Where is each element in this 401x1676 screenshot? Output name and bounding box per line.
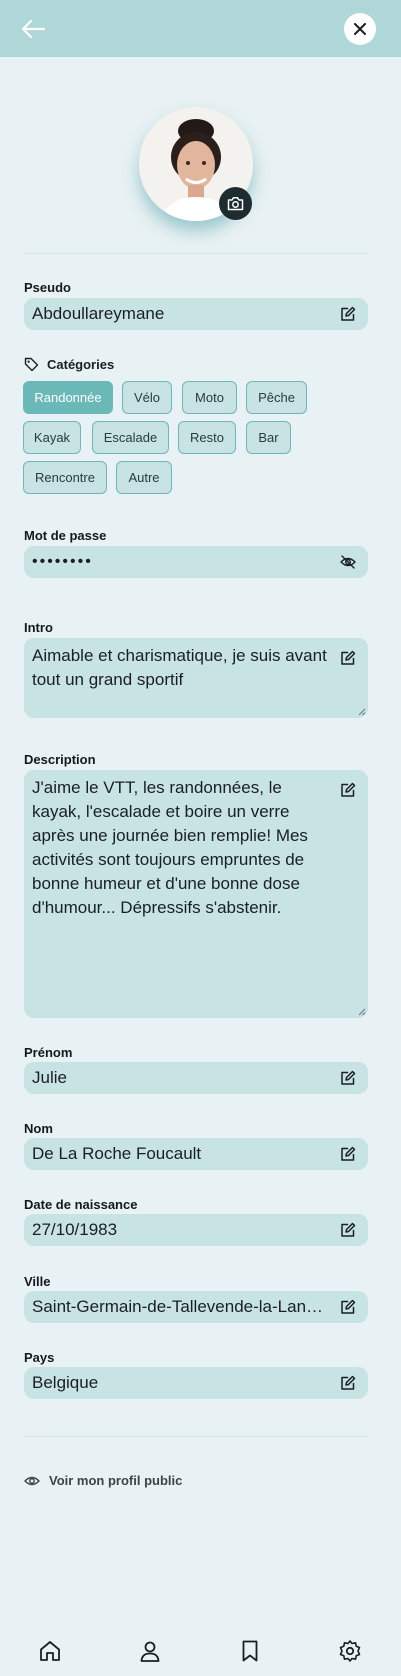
arrow-left-icon — [21, 19, 46, 39]
category-chip-kayak[interactable]: Kayak — [23, 421, 81, 454]
home-icon — [40, 1641, 60, 1661]
city-value: Saint-Germain-de-Tallevende-la-Lande-Vau… — [32, 1297, 332, 1316]
category-chip-autre[interactable]: Autre — [116, 461, 172, 494]
nav-settings[interactable] — [338, 1639, 362, 1663]
birthdate-value: 27/10/1983 — [32, 1220, 118, 1239]
country-value: Belgique — [32, 1373, 99, 1392]
category-chip-escalade[interactable]: Escalade — [92, 421, 169, 454]
password-value: •••••••• — [32, 553, 93, 570]
divider — [24, 1436, 368, 1437]
category-chip-resto[interactable]: Resto — [178, 421, 236, 454]
description-label: Description — [24, 752, 96, 767]
edit-icon[interactable] — [340, 1299, 356, 1315]
edit-icon[interactable] — [340, 1375, 356, 1391]
category-chip-moto[interactable]: Moto — [182, 381, 237, 414]
close-button[interactable] — [344, 13, 376, 45]
category-chip-velo[interactable]: Vélo — [122, 381, 172, 414]
resize-handle[interactable] — [358, 1008, 366, 1016]
pseudo-field[interactable]: Abdoullareymane — [24, 298, 368, 330]
birthdate-field[interactable]: 27/10/1983 — [24, 1214, 368, 1246]
category-chip-peche[interactable]: Pêche — [246, 381, 307, 414]
app-header — [0, 0, 401, 57]
avatar-section — [139, 107, 253, 221]
category-chip-rencontre[interactable]: Rencontre — [23, 461, 107, 494]
edit-icon[interactable] — [340, 650, 356, 666]
firstname-field[interactable]: Julie — [24, 1062, 368, 1094]
nav-bookmarks[interactable] — [238, 1639, 262, 1663]
divider — [24, 253, 368, 254]
nav-profile[interactable] — [138, 1639, 162, 1663]
change-photo-button[interactable] — [219, 187, 252, 220]
intro-label: Intro — [24, 620, 53, 635]
city-field[interactable]: Saint-Germain-de-Tallevende-la-Lande-Vau… — [24, 1291, 368, 1323]
tag-icon — [24, 357, 39, 372]
edit-icon[interactable] — [340, 1222, 356, 1238]
category-chip-bar[interactable]: Bar — [246, 421, 291, 454]
firstname-label: Prénom — [24, 1045, 73, 1060]
categories-header: Catégories — [24, 357, 114, 372]
lastname-value: De La Roche Foucault — [32, 1144, 202, 1163]
edit-icon[interactable] — [340, 782, 356, 798]
edit-icon[interactable] — [340, 1146, 356, 1162]
pseudo-value: Abdoullareymane — [32, 304, 165, 323]
nav-home[interactable] — [38, 1639, 62, 1663]
birthdate-label: Date de naissance — [24, 1197, 138, 1212]
close-icon — [354, 23, 366, 35]
edit-icon[interactable] — [340, 306, 356, 322]
country-label: Pays — [24, 1350, 55, 1365]
lastname-label: Nom — [24, 1121, 53, 1136]
bottom-navigation — [0, 1625, 401, 1676]
public-profile-link[interactable]: Voir mon profil public — [24, 1473, 182, 1488]
camera-icon — [227, 197, 244, 211]
eye-icon — [24, 1476, 40, 1485]
city-label: Ville — [24, 1274, 51, 1289]
firstname-value: Julie — [32, 1068, 67, 1087]
back-button[interactable] — [20, 17, 46, 41]
resize-handle[interactable] — [358, 708, 366, 716]
password-label: Mot de passe — [24, 528, 107, 543]
description-textarea[interactable]: J'aime le VTT, les randonnées, le kayak,… — [24, 770, 368, 1018]
eye-off-icon[interactable] — [340, 554, 356, 570]
user-icon — [140, 1641, 160, 1662]
country-field[interactable]: Belgique — [24, 1367, 368, 1399]
settings-icon — [339, 1640, 361, 1662]
public-profile-label: Voir mon profil public — [49, 1473, 183, 1488]
bookmark-icon — [242, 1640, 258, 1662]
pseudo-label: Pseudo — [24, 280, 71, 295]
edit-icon[interactable] — [340, 1070, 356, 1086]
category-chip-randonnee[interactable]: Randonnée — [23, 381, 113, 414]
intro-textarea[interactable]: Aimable et charismatique, je suis avant … — [24, 638, 368, 718]
description-value: J'aime le VTT, les randonnées, le kayak,… — [32, 778, 308, 917]
lastname-field[interactable]: De La Roche Foucault — [24, 1138, 368, 1170]
password-field[interactable]: •••••••• — [24, 546, 368, 578]
intro-value: Aimable et charismatique, je suis avant … — [32, 646, 327, 689]
categories-label: Catégories — [47, 357, 115, 372]
